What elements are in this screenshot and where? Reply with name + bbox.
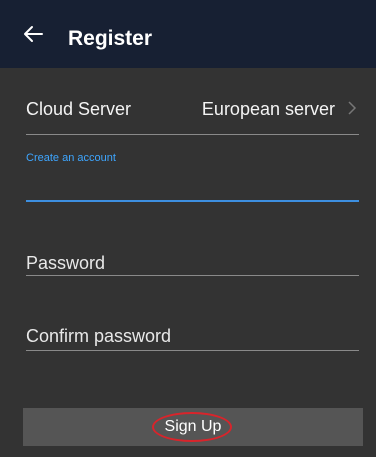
back-arrow-icon[interactable] <box>22 24 44 44</box>
sign-up-label: Sign Up <box>164 418 222 435</box>
password-input-underline <box>26 275 359 276</box>
cloud-server-label: Cloud Server <box>26 99 132 119</box>
account-field-label: Create an account <box>26 152 116 164</box>
account-input-underline <box>26 200 359 202</box>
password-input[interactable] <box>26 248 359 278</box>
chevron-right-icon <box>347 100 357 116</box>
page-title: Register <box>68 27 153 50</box>
confirm-password-input-underline <box>26 350 359 351</box>
confirm-password-input[interactable] <box>26 321 359 351</box>
account-input[interactable] <box>26 168 359 198</box>
sign-up-button[interactable]: Sign Up <box>23 408 363 446</box>
divider <box>26 134 359 135</box>
app-header: Register <box>0 0 376 68</box>
cloud-server-value: European server <box>201 99 335 119</box>
cloud-server-selector[interactable]: Cloud Server European server <box>26 92 359 136</box>
